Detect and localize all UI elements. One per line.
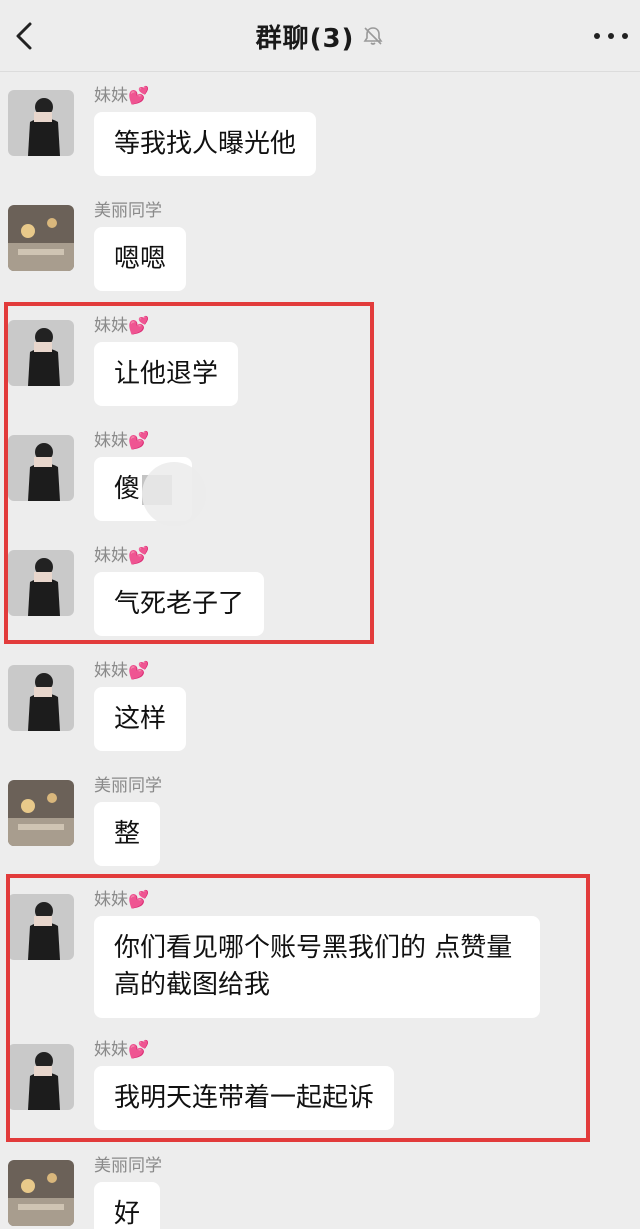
chat-screen: 群聊(3) 妹妹💕 等我找人曝光他 美丽同学 嗯嗯 妹妹💕 让他退学 妹妹💕 傻… [0, 0, 640, 1229]
back-button[interactable] [10, 18, 40, 54]
avatar[interactable] [8, 665, 74, 731]
sender-name: 美丽同学 [94, 776, 162, 796]
nav-bar: 群聊(3) [0, 0, 640, 72]
sender-name: 美丽同学 [94, 201, 162, 221]
message-bubble[interactable]: 整 [94, 802, 161, 866]
highlight-frame [4, 302, 374, 644]
more-button[interactable] [594, 24, 628, 48]
avatar[interactable] [8, 1160, 74, 1226]
message-bubble[interactable]: 这样 [94, 687, 187, 751]
chevron-left-icon [16, 22, 32, 50]
title-area: 群聊(3) [0, 0, 640, 72]
message-bubble[interactable]: 好 [94, 1182, 161, 1229]
sender-name: 妹妹💕 [94, 661, 150, 681]
room-avatar-icon [8, 780, 74, 846]
room-avatar-icon [8, 1160, 74, 1226]
more-dot [594, 33, 600, 39]
sender-name: 美丽同学 [94, 1156, 162, 1176]
page-title: 群聊(3) [255, 23, 355, 54]
sender-name: 妹妹💕 [94, 86, 150, 106]
highlight-frame [6, 874, 590, 1142]
message-bubble[interactable]: 嗯嗯 [94, 227, 187, 291]
avatar[interactable] [8, 205, 74, 271]
room-avatar-icon [8, 205, 74, 271]
girl-avatar-icon [8, 665, 74, 731]
message-bubble[interactable]: 等我找人曝光他 [94, 112, 317, 176]
girl-avatar-icon [8, 90, 74, 156]
more-dot [608, 33, 614, 39]
avatar[interactable] [8, 780, 74, 846]
bell-off-icon [363, 27, 383, 45]
more-dot [622, 33, 628, 39]
avatar[interactable] [8, 90, 74, 156]
